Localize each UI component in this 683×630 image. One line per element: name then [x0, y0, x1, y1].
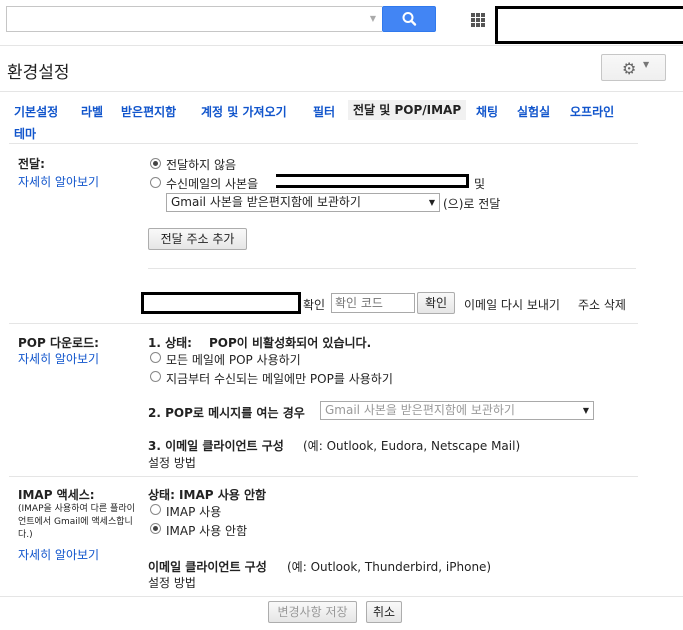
imap-enable-label: IMAP 사용 — [166, 505, 222, 519]
save-changes-button[interactable]: 변경사항 저장 — [268, 601, 357, 623]
tab-accounts[interactable]: 계정 및 가져오기 — [201, 103, 287, 120]
divider — [148, 268, 636, 269]
tab-inbox[interactable]: 받은편지함 — [121, 103, 176, 120]
pop-status: POP이 비활성화되어 있습니다. — [209, 336, 372, 350]
settings-button[interactable]: ⚙ ▼ — [601, 54, 666, 81]
forwarding-disable-label: 전달하지 않음 — [166, 158, 237, 172]
cancel-button[interactable]: 취소 — [366, 601, 402, 623]
tab-labels[interactable]: 라벨 — [81, 103, 103, 120]
divider — [9, 476, 638, 477]
divider — [9, 143, 638, 144]
imap-enable-radio[interactable] — [150, 504, 161, 515]
forward-address-select[interactable] — [276, 174, 469, 188]
account-area[interactable] — [495, 6, 683, 44]
page-title: 환경설정 — [7, 63, 70, 83]
gear-icon: ⚙ — [622, 59, 637, 78]
resend-email-link[interactable]: 이메일 다시 보내기 — [464, 296, 560, 313]
pop-learn-more-link[interactable]: 자세히 알아보기 — [18, 350, 99, 367]
imap-client-examples: (예: Outlook, Thunderbird, iPhone) — [287, 560, 492, 574]
pop-new-mail-radio[interactable] — [150, 371, 161, 382]
imap-client-label: 이메일 클라이언트 구성 — [148, 560, 267, 574]
search-button[interactable] — [382, 6, 436, 32]
imap-disable-radio[interactable] — [150, 523, 161, 534]
action-bar: 변경사항 저장 취소 — [0, 596, 683, 626]
tab-chat[interactable]: 채팅 — [476, 103, 498, 120]
tab-themes[interactable]: 테마 — [14, 125, 36, 142]
and-label: 및 — [474, 177, 486, 191]
pop-when-select[interactable]: Gmail 사본을 받은편지함에 보관하기 ▼ — [320, 401, 594, 420]
imap-label: IMAP 액세스: — [18, 488, 95, 502]
search-icon — [402, 12, 417, 26]
chevron-down-icon: ▼ — [643, 60, 650, 69]
tab-forwarding-pop-imap[interactable]: 전달 및 POP/IMAP — [348, 100, 467, 120]
dropdown-arrow-icon: ▼ — [582, 406, 589, 415]
forwarding-enable-radio[interactable] — [150, 177, 161, 188]
imap-setup-link[interactable]: 설정 방법 — [148, 574, 196, 591]
tab-labs[interactable]: 실험실 — [517, 103, 550, 120]
forwarding-learn-more-link[interactable]: 자세히 알아보기 — [18, 173, 99, 190]
imap-note: (IMAP을 사용하여 다른 플라이언트에서 Gmail에 액세스합니다.) — [18, 504, 135, 540]
pop-client-examples: (예: Outlook, Eudora, Netscape Mail) — [303, 439, 521, 453]
divider — [0, 91, 683, 92]
confirm-label: 확인 — [303, 298, 326, 312]
divider — [9, 323, 638, 324]
pending-address-redacted — [141, 292, 301, 314]
imap-learn-more-link[interactable]: 자세히 알아보기 — [18, 546, 99, 563]
forwarding-action-suffix: (으)로 전달 — [443, 197, 501, 211]
pop-new-mail-label: 지금부터 수신되는 메일에만 POP를 사용하기 — [166, 372, 393, 386]
add-forwarding-address-button[interactable]: 전달 주소 추가 — [148, 228, 247, 250]
pop-client-label: 3. 이메일 클라이언트 구성 — [148, 439, 284, 453]
confirm-code-input[interactable] — [331, 293, 415, 313]
pop-setup-link[interactable]: 설정 방법 — [148, 454, 196, 471]
pop-when-label: 2. POP로 메시지를 여는 경우 — [148, 406, 305, 420]
imap-disable-label: IMAP 사용 안함 — [166, 524, 248, 538]
pop-status-prefix: 1. 상태: — [148, 336, 192, 350]
search-input[interactable] — [6, 6, 382, 32]
forwarding-action-value: Gmail 사본을 받은편지함에 보관하기 — [171, 195, 361, 209]
pop-label: POP 다운로드: — [18, 336, 99, 350]
apps-grid-icon[interactable] — [471, 13, 485, 27]
confirm-button[interactable]: 확인 — [417, 292, 455, 314]
pop-when-value: Gmail 사본을 받은편지함에 보관하기 — [325, 403, 515, 417]
tab-offline[interactable]: 오프라인 — [570, 103, 614, 120]
imap-status: 상태: IMAP 사용 안함 — [148, 488, 267, 502]
pop-all-mail-label: 모든 메일에 POP 사용하기 — [166, 353, 301, 367]
top-bar: ▼ — [0, 0, 683, 46]
forwarding-enable-label: 수신메일의 사본을 — [166, 177, 259, 191]
forwarding-disable-radio[interactable] — [150, 158, 161, 169]
tab-general[interactable]: 기본설정 — [14, 103, 58, 120]
pop-all-mail-radio[interactable] — [150, 352, 161, 363]
forwarding-action-select[interactable]: Gmail 사본을 받은편지함에 보관하기 ▼ — [166, 193, 440, 212]
tab-filters[interactable]: 필터 — [313, 103, 335, 120]
search-options-icon[interactable]: ▼ — [364, 6, 382, 32]
forwarding-label: 전달: — [18, 157, 45, 171]
delete-address-link[interactable]: 주소 삭제 — [578, 296, 626, 313]
dropdown-arrow-icon: ▼ — [428, 198, 435, 207]
